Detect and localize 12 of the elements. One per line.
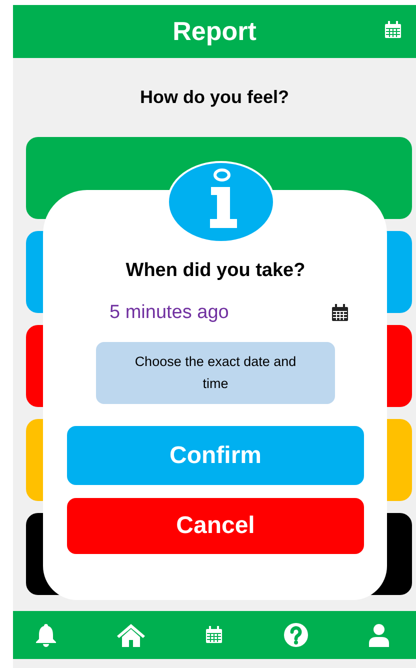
calendar-icon[interactable] [330,303,350,323]
confirm-button[interactable]: Confirm [67,426,364,485]
time-value: 5 minutes ago [110,302,229,324]
home-icon[interactable] [116,623,146,647]
page-title: Report [172,16,256,47]
bell-icon[interactable] [35,623,57,647]
help-icon[interactable] [282,622,308,648]
question-text: How do you feel? [140,87,289,108]
cancel-button[interactable]: Cancel [67,498,364,554]
profile-icon[interactable] [367,623,391,647]
dialog-title: When did you take? [126,260,306,282]
date-time-button[interactable]: Choose the exact date and time [96,342,335,404]
